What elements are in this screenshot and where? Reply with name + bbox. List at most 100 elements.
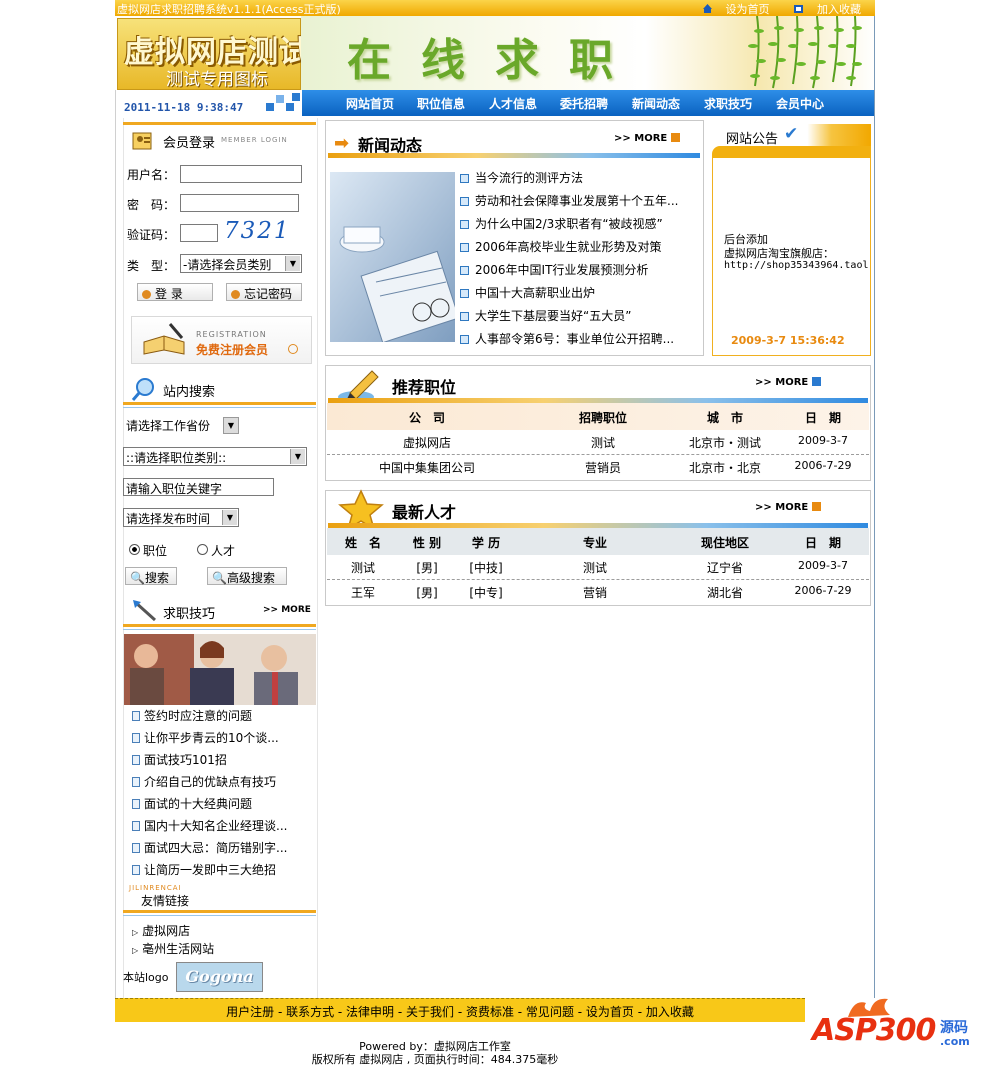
username-input[interactable]: [180, 165, 302, 183]
talents-more-link[interactable]: >> MORE: [755, 502, 822, 513]
deco-square: [286, 103, 294, 111]
row-divider: [327, 579, 869, 580]
current-datetime: 2011-11-18 9:38:47: [124, 101, 244, 114]
asp300-com: .com: [940, 1035, 970, 1048]
nav-entrust[interactable]: 委托招聘: [560, 95, 608, 112]
radio-talent[interactable]: 人才: [197, 542, 235, 559]
publish-time-select[interactable]: 请选择发布时间 ▼: [123, 508, 239, 527]
job-position[interactable]: 测试: [563, 434, 643, 451]
register-tag: REGISTRATION: [196, 330, 267, 339]
news-bullet-icon: [460, 174, 469, 183]
site-logo-image[interactable]: Gogona: [176, 962, 263, 992]
forgot-password-button[interactable]: 忘记密码: [226, 283, 302, 301]
login-button[interactable]: 登 录: [137, 283, 213, 301]
news-bullet-icon: [460, 220, 469, 229]
nav-home[interactable]: 网站首页: [346, 95, 394, 112]
jobs-more-link[interactable]: >> MORE: [755, 377, 822, 388]
link-item[interactable]: ▷ 虚拟网店: [132, 922, 190, 939]
nav-jobs[interactable]: 职位信息: [417, 95, 465, 112]
talents-col-education: 学 历: [471, 536, 501, 550]
radio-checked-icon: [129, 544, 140, 555]
set-home-link[interactable]: 设为首页: [692, 3, 770, 16]
news-item[interactable]: 为什么中国2/3求职者有“被歧视感”: [460, 215, 663, 232]
province-select[interactable]: 请选择工作省份 ▼: [124, 416, 240, 435]
search-bar-line: [123, 402, 316, 405]
nav-member[interactable]: 会员中心: [776, 95, 824, 112]
keyword-input[interactable]: 请输入职位关键字: [123, 478, 274, 496]
type-label: 类 型：: [127, 259, 176, 273]
nav-tips[interactable]: 求职技巧: [704, 95, 752, 112]
news-item[interactable]: 2006年中国IT行业发展预测分析: [460, 261, 648, 278]
job-company[interactable]: 虚拟网店: [370, 434, 484, 451]
asp300-cn: 源码: [940, 1020, 968, 1036]
talent-date: 2009-3-7: [798, 559, 848, 572]
links-bar-line: [123, 910, 316, 913]
news-more-link[interactable]: >> MORE: [614, 133, 681, 144]
nav-news[interactable]: 新闻动态: [632, 95, 680, 112]
password-input[interactable]: [180, 194, 299, 212]
magnifier-icon: [131, 378, 154, 401]
add-fav-link[interactable]: 加入收藏: [783, 3, 861, 16]
tip-item[interactable]: 面试的十大经典问题: [132, 795, 252, 812]
arrow-dot-icon: [142, 290, 151, 299]
news-item[interactable]: 大学生下基层要当好“五大员”: [460, 307, 631, 324]
arrow-right-icon: ▷: [132, 928, 139, 937]
notice-tab: 网站公告 ✔: [712, 124, 871, 158]
job-position[interactable]: 营销员: [563, 459, 643, 476]
tip-item[interactable]: 国内十大知名企业经理谈...: [132, 817, 287, 834]
tips-more-link[interactable]: >> MORE: [263, 605, 311, 615]
talent-name[interactable]: 王军: [335, 584, 391, 601]
news-item[interactable]: 劳动和社会保障事业发展第十个五年...: [460, 192, 678, 209]
tip-item[interactable]: 面试技巧101招: [132, 751, 227, 768]
login-topbar: [123, 122, 316, 125]
link-item[interactable]: ▷ 亳州生活网站: [132, 940, 214, 957]
pen-icon: [133, 600, 157, 622]
job-date: 2009-3-7: [798, 434, 848, 447]
advanced-search-button[interactable]: 🔍高级搜索: [207, 567, 287, 585]
member-type-select[interactable]: -请选择会员类别 ▼: [180, 254, 302, 273]
talent-name[interactable]: 测试: [335, 559, 391, 576]
password-label: 密 码：: [127, 198, 176, 212]
captcha-input[interactable]: [180, 224, 218, 242]
member-type-value: -请选择会员类别: [183, 258, 272, 272]
tip-item[interactable]: 介绍自己的优缺点有技巧: [132, 773, 276, 790]
search-button[interactable]: 🔍搜索: [125, 567, 177, 585]
news-item[interactable]: 当今流行的测评方法: [460, 169, 583, 186]
job-company[interactable]: 中国中集集团公司: [365, 459, 489, 476]
search-header: 站内搜索: [123, 371, 316, 408]
news-item[interactable]: 2006年高校毕业生就业形势及对策: [460, 238, 662, 255]
site-logo-label: 本站logo: [123, 971, 169, 984]
arrow-right-icon: ▷: [132, 946, 139, 955]
member-icon: [132, 132, 152, 150]
tip-item[interactable]: 让你平步青云的10个谈...: [132, 729, 279, 746]
news-bullet-icon: [460, 289, 469, 298]
nav-talents[interactable]: 人才信息: [489, 95, 537, 112]
chevron-down-icon: ▼: [290, 449, 305, 464]
header-banner: 在线求职: [301, 16, 875, 90]
tips-photo: [124, 634, 316, 705]
talents-col-major: 专业: [582, 536, 607, 550]
document-icon: [132, 777, 140, 787]
keyword-placeholder: 请输入职位关键字: [126, 482, 223, 496]
category-select[interactable]: ::请选择职位类别:: ▼: [123, 447, 307, 466]
tip-item[interactable]: 让简历一发即中三大绝招: [132, 861, 276, 878]
news-item[interactable]: 人事部令第6号：事业单位公开招聘...: [460, 330, 674, 347]
document-icon: [132, 733, 140, 743]
site-logo[interactable]: 虚拟网店测试 测试专用图标: [117, 18, 309, 90]
radio-job[interactable]: 职位: [129, 542, 167, 559]
notice-url[interactable]: http://shop35343964.taol: [724, 260, 870, 271]
jobs-col-date: 日 期: [804, 411, 841, 425]
tip-item[interactable]: 签约时应注意的问题: [132, 707, 252, 724]
register-banner[interactable]: REGISTRATION 免费注册会员: [131, 316, 312, 364]
document-icon: [132, 865, 140, 875]
login-subtitle: MEMBER LOGIN: [221, 136, 288, 144]
job-date: 2006-7-29: [794, 459, 852, 472]
register-label: 免费注册会员: [196, 343, 269, 357]
tip-item[interactable]: 面试四大忌：简历错别字...: [132, 839, 287, 856]
footer-links-text[interactable]: 用户注册 - 联系方式 - 法律申明 - 关于我们 - 资费标准 - 常见问题 …: [115, 1003, 805, 1020]
news-bullet-icon: [460, 312, 469, 321]
talent-region: 辽宁省: [706, 561, 743, 575]
talent-major: 测试: [582, 561, 607, 575]
news-item[interactable]: 中国十大高薪职业出炉: [460, 284, 595, 301]
jobs-col-city: 城 市: [706, 411, 743, 425]
